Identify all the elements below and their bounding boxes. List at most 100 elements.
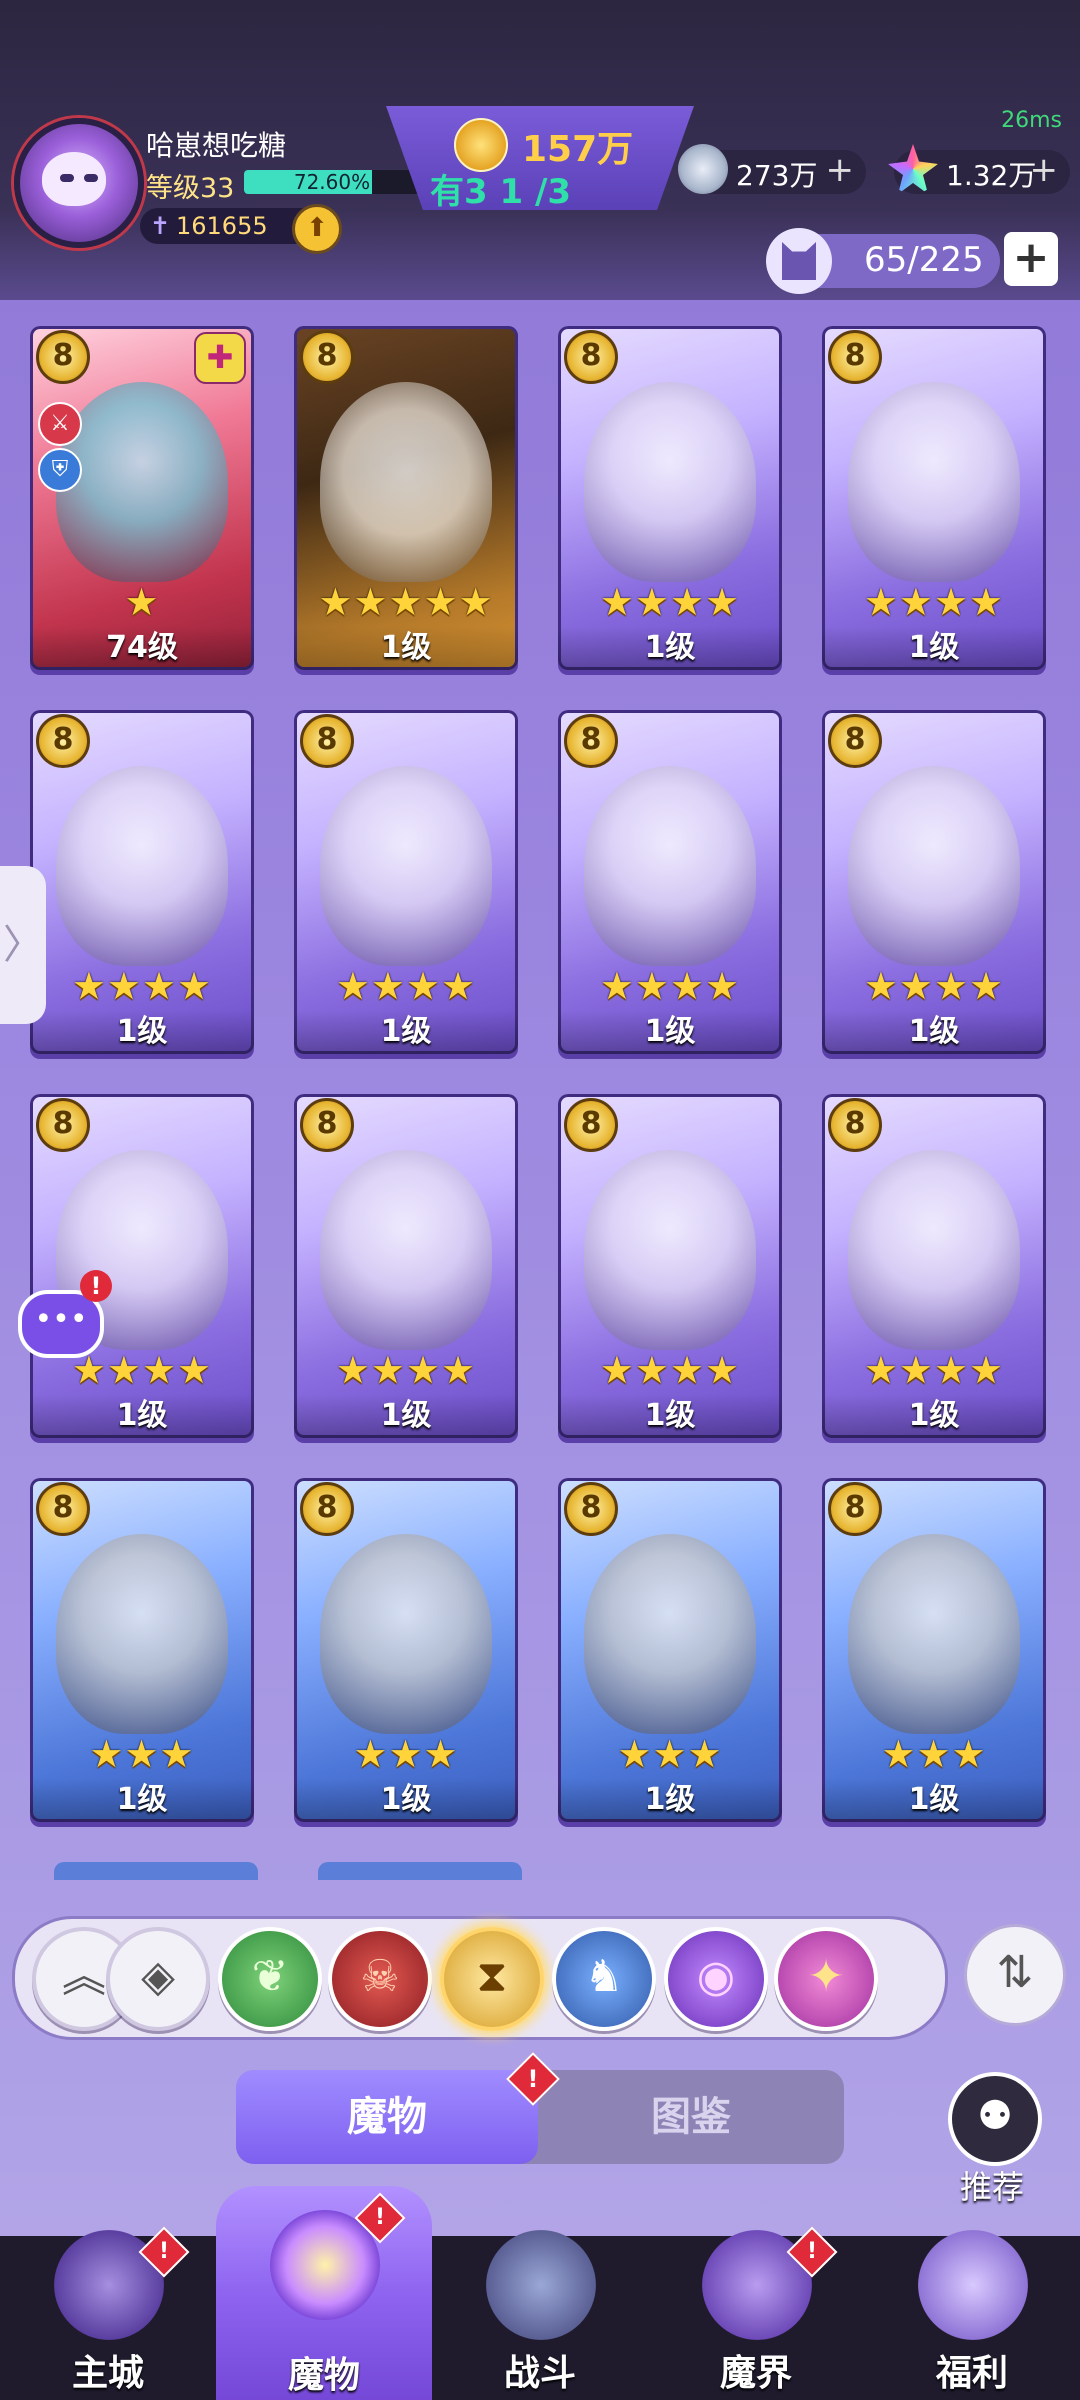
recommend-label[interactable]: 推荐: [950, 2162, 1034, 2208]
monster-level: 1级: [822, 1778, 1046, 1822]
time-element-badge-icon: 8: [300, 714, 354, 768]
partial-card-next-row: [54, 1862, 258, 1880]
filter-dragon-icon[interactable]: ♞: [552, 1927, 656, 2031]
monster-card[interactable]: 8 ★★★ 1级: [558, 1478, 782, 1822]
star-rating: ★★★: [617, 1732, 723, 1776]
avatar-eye-right: [84, 174, 98, 182]
tab-monsters[interactable]: 魔物: [236, 2070, 538, 2164]
avatar-eye-left: [60, 174, 74, 182]
filter-all-types-icon[interactable]: ◈: [106, 1927, 210, 2031]
time-element-badge-icon: 8: [564, 714, 618, 768]
nav-item-monster[interactable]: 魔物!: [216, 2186, 432, 2400]
monster-card[interactable]: 8 ★★★★ 1级: [294, 1094, 518, 1438]
monster-level: 1级: [558, 626, 782, 670]
add-gem-button[interactable]: +: [1030, 150, 1059, 190]
cat-silhouette-icon: [782, 242, 816, 280]
time-element-badge-icon: 8: [564, 1482, 618, 1536]
tab-codex[interactable]: 图鉴: [538, 2070, 844, 2164]
monster-level: 1级: [558, 1394, 782, 1438]
time-element-badge-icon: 8: [828, 1482, 882, 1536]
add-silver-button[interactable]: +: [826, 150, 855, 190]
monster-card[interactable]: 8 ★★★★ 1级: [558, 1094, 782, 1438]
monster-level: 1级: [30, 1778, 254, 1822]
monster-card[interactable]: 8 ★★★★★ 1级: [294, 326, 518, 670]
time-element-badge-icon: 8: [300, 330, 354, 384]
monster-portrait: [56, 382, 228, 582]
recommend-icon[interactable]: ⚉: [948, 2072, 1042, 2166]
nav-label: 福利: [935, 2353, 1008, 2394]
monster-level: 1级: [822, 1394, 1046, 1438]
monster-card[interactable]: 8 ★★★ 1级: [294, 1478, 518, 1822]
monster-level: 1级: [30, 1394, 254, 1438]
filter-nature-icon[interactable]: ❦: [218, 1927, 322, 2031]
sort-order-button[interactable]: ⇅: [964, 1924, 1066, 2026]
nav-item-realm[interactable]: 魔界!: [648, 2220, 864, 2400]
monster-card[interactable]: 8 ★★★★ 1级: [822, 326, 1046, 670]
gold-overlay-text: 有3 1 /3: [430, 172, 572, 212]
monster-card[interactable]: 8 ★★★★ 1级: [558, 326, 782, 670]
power-up-button[interactable]: ⬆: [292, 204, 342, 254]
combat-power-value: 161655: [176, 212, 268, 240]
welfare-icon: [918, 2230, 1028, 2340]
star-rating: ★: [124, 580, 160, 624]
ping-indicator: 26ms: [1001, 108, 1062, 133]
silver-resource: 273万 +: [678, 144, 866, 194]
player-level: 等级33: [146, 173, 235, 204]
star-rating: ★★★★: [335, 964, 477, 1008]
xp-progress-bar: 72.60%: [244, 170, 420, 194]
monster-portrait: [320, 382, 492, 582]
nav-item-welfare[interactable]: 福利: [864, 2220, 1080, 2400]
monster-level: 1级: [294, 1778, 518, 1822]
star-rating: ★★★: [881, 1732, 987, 1776]
monster-level: 1级: [558, 1778, 782, 1822]
monster-portrait: [848, 382, 1020, 582]
nav-item-castle[interactable]: 主城!: [0, 2220, 216, 2400]
time-element-badge-icon: 8: [564, 1098, 618, 1152]
monster-portrait: [56, 766, 228, 966]
monster-card[interactable]: 8 ★★★★ 1级: [558, 710, 782, 1054]
filter-time-icon[interactable]: ⧗: [440, 1927, 544, 2031]
filter-star-icon[interactable]: ✦: [774, 1927, 878, 2031]
monster-card[interactable]: 8 ★★★★ 1级: [822, 710, 1046, 1054]
monster-level: 1级: [822, 1010, 1046, 1054]
monster-card[interactable]: 8 ★★★★ 1级: [30, 710, 254, 1054]
star-rating: ★★★★: [863, 964, 1005, 1008]
star-rating: ★★★★: [71, 964, 213, 1008]
monster-level: 1级: [294, 626, 518, 670]
xp-percent-text: 72.60%: [293, 170, 371, 194]
monster-portrait: [848, 1150, 1020, 1350]
monster-portrait: [848, 766, 1020, 966]
monster-card[interactable]: 8 ★★★★ 1级: [30, 1094, 254, 1438]
star-rating: ★★★★: [863, 580, 1005, 624]
monster-portrait: [56, 1534, 228, 1734]
monster-level: 1级: [294, 1394, 518, 1438]
player-avatar[interactable]: [14, 118, 144, 248]
nav-item-battle[interactable]: 战斗: [432, 2220, 648, 2400]
monster-card[interactable]: 8 ★★★★ 1级: [294, 710, 518, 1054]
nav-label: 魔物: [287, 2355, 360, 2396]
player-name: 哈崽想吃糖: [146, 129, 287, 162]
battle-icon: [486, 2230, 596, 2340]
equipment-item-icon: ✚: [194, 332, 246, 384]
monster-card[interactable]: 8 ★★★ 1级: [30, 1478, 254, 1822]
monster-level: 1级: [558, 1010, 782, 1054]
monster-level: 74级: [30, 626, 254, 670]
monster-card[interactable]: 8 ★★★★ 1级: [822, 1094, 1046, 1438]
monster-level: 1级: [822, 626, 1046, 670]
time-element-badge-icon: 8: [36, 1098, 90, 1152]
time-element-badge-icon: 8: [36, 1482, 90, 1536]
time-element-badge-icon: 8: [300, 1482, 354, 1536]
nav-label: 主城: [71, 2353, 144, 2394]
side-drawer-handle[interactable]: 〉: [0, 866, 46, 1024]
filter-demon-icon[interactable]: ☠: [328, 1927, 432, 2031]
time-element-badge-icon: 8: [36, 714, 90, 768]
time-element-badge-icon: 8: [300, 1098, 354, 1152]
monster-level: 1级: [294, 1010, 518, 1054]
monster-card[interactable]: 8 ★★★ 1级: [822, 1478, 1046, 1822]
expand-capacity-button[interactable]: +: [1004, 232, 1058, 286]
filter-eye-icon[interactable]: ◉: [664, 1927, 768, 2031]
monster-portrait: [584, 382, 756, 582]
gem-value: 1.32万: [946, 159, 1037, 192]
monster-portrait: [584, 1150, 756, 1350]
monster-card[interactable]: 8 ★ 74级 ✚ ⚔ ⛨: [30, 326, 254, 670]
